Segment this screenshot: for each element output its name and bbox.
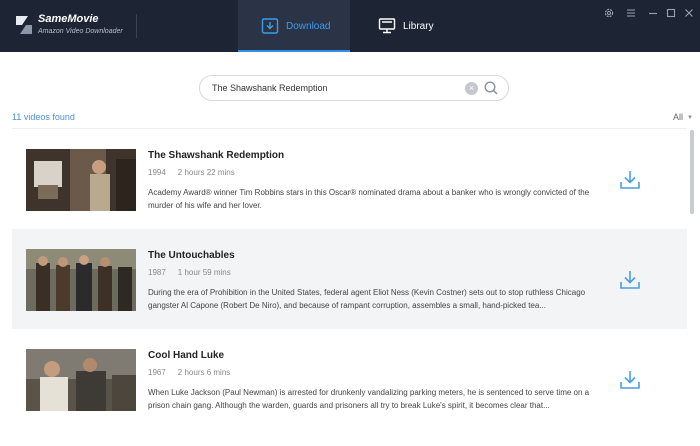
movie-meta: 1967 2 hours 6 mins <box>148 368 230 377</box>
results-list: The Shawshank Redemption 1994 2 hours 22 … <box>12 128 687 446</box>
movie-year: 1994 <box>148 168 166 177</box>
search-box: × <box>199 75 509 101</box>
maximize-icon[interactable] <box>665 7 677 19</box>
results-scrollbar[interactable] <box>690 130 694 214</box>
app-name: SameMovie <box>38 13 99 25</box>
movie-title: The Untouchables <box>148 250 235 261</box>
download-tray-icon <box>261 18 279 34</box>
active-tab-indicator <box>238 50 350 52</box>
list-item: The Shawshank Redemption 1994 2 hours 22 … <box>12 129 687 229</box>
monitor-icon <box>378 18 396 34</box>
clear-search-icon[interactable]: × <box>465 82 478 95</box>
filter-label: All <box>673 112 684 122</box>
movie-thumbnail <box>26 249 136 311</box>
brand-divider <box>136 14 137 38</box>
settings-gear-icon[interactable] <box>603 7 615 19</box>
movie-year: 1967 <box>148 368 166 377</box>
minimize-icon[interactable] <box>647 7 659 19</box>
movie-description: When Luke Jackson (Paul Newman) is arres… <box>148 388 590 410</box>
movie-duration: 1 hour 59 mins <box>177 268 231 277</box>
download-icon[interactable] <box>618 169 642 191</box>
samemovie-logo-icon <box>16 16 32 34</box>
movie-duration: 2 hours 6 mins <box>177 368 231 377</box>
tab-library-label: Library <box>403 20 434 32</box>
list-item: Cool Hand Luke 1967 2 hours 6 mins When L… <box>12 329 687 429</box>
movie-thumbnail <box>26 149 136 211</box>
close-icon[interactable] <box>683 7 695 19</box>
chevron-down-icon: ▼ <box>687 115 693 121</box>
movie-title: Cool Hand Luke <box>148 350 225 361</box>
tab-library[interactable]: Library <box>378 0 478 52</box>
movie-meta: 1987 1 hour 59 mins <box>148 268 231 277</box>
movie-description: During the era of Prohibition in the Uni… <box>148 288 586 310</box>
movie-year: 1987 <box>148 268 166 277</box>
title-bar: SameMovie Amazon Video Downloader Downlo… <box>0 0 700 52</box>
app-subtitle: Amazon Video Downloader <box>38 28 123 35</box>
movie-thumbnail <box>26 349 136 411</box>
search-icon[interactable] <box>483 80 499 96</box>
tab-download[interactable]: Download <box>238 0 350 52</box>
list-item: The Untouchables 1987 1 hour 59 mins Duri… <box>12 229 687 329</box>
movie-duration: 2 hours 22 mins <box>177 168 235 177</box>
download-icon[interactable] <box>618 369 642 391</box>
results-count: 11 videos found <box>12 112 75 122</box>
download-icon[interactable] <box>618 269 642 291</box>
search-input[interactable] <box>212 80 462 96</box>
movie-meta: 1994 2 hours 22 mins <box>148 168 235 177</box>
movie-title: The Shawshank Redemption <box>148 150 285 161</box>
filter-dropdown[interactable]: All ▼ <box>673 112 693 122</box>
menu-icon[interactable] <box>625 7 637 19</box>
tab-download-label: Download <box>286 20 331 32</box>
movie-description: Academy Award® winner Tim Robbins stars … <box>148 188 590 210</box>
